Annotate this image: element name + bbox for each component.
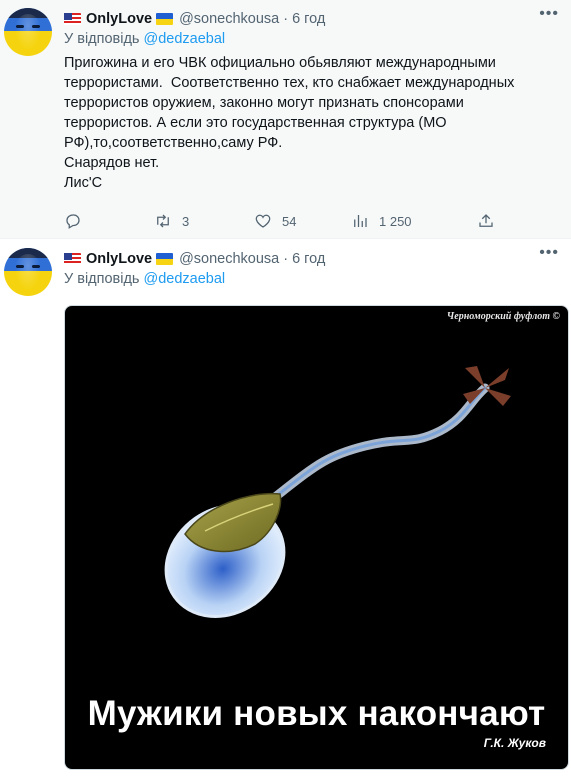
reply-context: У відповідь @dedzaebal	[64, 271, 561, 291]
author-handle[interactable]: @sonechkousa	[179, 251, 279, 267]
reply-mention[interactable]: @dedzaebal	[144, 271, 226, 287]
timestamp[interactable]: 6 год	[292, 251, 325, 267]
retweet-button[interactable]: 3	[154, 212, 254, 230]
ukraine-flag-icon	[156, 253, 174, 265]
separator-dot: ·	[283, 11, 289, 27]
author-name[interactable]: OnlyLove	[86, 251, 152, 267]
tweet-text: Пригожина и его ЧВК официально обьявляют…	[64, 53, 554, 193]
reply-prefix: У відповідь	[64, 271, 140, 287]
author-handle[interactable]: @sonechkousa	[179, 11, 279, 27]
more-horizontal-icon[interactable]: •••	[539, 6, 559, 22]
tweet-2[interactable]: OnlyLove @sonechkousa · 6 год ••• У відп…	[0, 239, 571, 779]
ukraine-flag-icon	[156, 13, 174, 25]
retweet-count: 3	[182, 213, 190, 229]
tweet-header: OnlyLove @sonechkousa · 6 год	[64, 248, 561, 270]
image-caption: Мужики новых накончают	[87, 694, 546, 733]
heart-icon	[255, 214, 271, 228]
image-watermark: Черноморский фуфлот ©	[446, 311, 560, 322]
us-flag-icon	[64, 13, 81, 25]
reply-context: У відповідь @dedzaebal	[64, 31, 561, 51]
like-button[interactable]: 54	[254, 212, 351, 230]
tweet-image[interactable]: Черноморский фуфлот © Мужики новых након…	[64, 305, 569, 770]
tweet-text-line: террористов оружием, законно могут призн…	[64, 95, 464, 111]
reply-mention[interactable]: @dedzaebal	[144, 31, 226, 47]
views-button[interactable]: 1 250	[351, 212, 477, 230]
timestamp[interactable]: 6 год	[292, 11, 325, 27]
avatar[interactable]	[4, 248, 52, 296]
tweet-content: OnlyLove @sonechkousa · 6 год ••• У відп…	[64, 6, 561, 238]
tweet-content: OnlyLove @sonechkousa · 6 год ••• У відп…	[64, 245, 569, 779]
reply-icon	[66, 214, 80, 229]
tweet-text-line: террористами. Соответственно тех, кто сн…	[64, 75, 515, 91]
like-count: 54	[282, 213, 297, 229]
share-icon	[479, 214, 493, 227]
retweet-icon	[157, 214, 169, 228]
action-bar: 3 54 1 250	[64, 211, 561, 231]
us-flag-icon	[64, 253, 81, 265]
tweet-1[interactable]: OnlyLove @sonechkousa · 6 год ••• У відп…	[0, 0, 571, 238]
more-horizontal-icon[interactable]: •••	[539, 245, 559, 261]
image-signature: Г.К. Жуков	[483, 736, 546, 750]
avatar-column	[4, 248, 58, 779]
avatar[interactable]	[4, 8, 52, 56]
author-name[interactable]: OnlyLove	[86, 11, 152, 27]
tweet-text-line: террористов. А если это государственная …	[64, 115, 447, 131]
separator-dot: ·	[283, 251, 289, 267]
tweet-text-line: Лис'С	[64, 175, 103, 191]
reply-button[interactable]	[64, 212, 154, 230]
avatar-column	[4, 8, 58, 238]
tweet-text-line: Пригожина и его ЧВК официально обьявляют…	[64, 55, 496, 71]
views-count: 1 250	[379, 213, 412, 229]
reply-prefix: У відповідь	[64, 31, 140, 47]
views-icon	[354, 215, 367, 227]
share-button[interactable]	[477, 212, 495, 230]
tweet-header: OnlyLove @sonechkousa · 6 год	[64, 8, 561, 30]
tweet-text-line: Снарядов нет.	[64, 155, 160, 171]
tweet-text-line: РФ),то,соответственно,саму РФ.	[64, 135, 283, 151]
